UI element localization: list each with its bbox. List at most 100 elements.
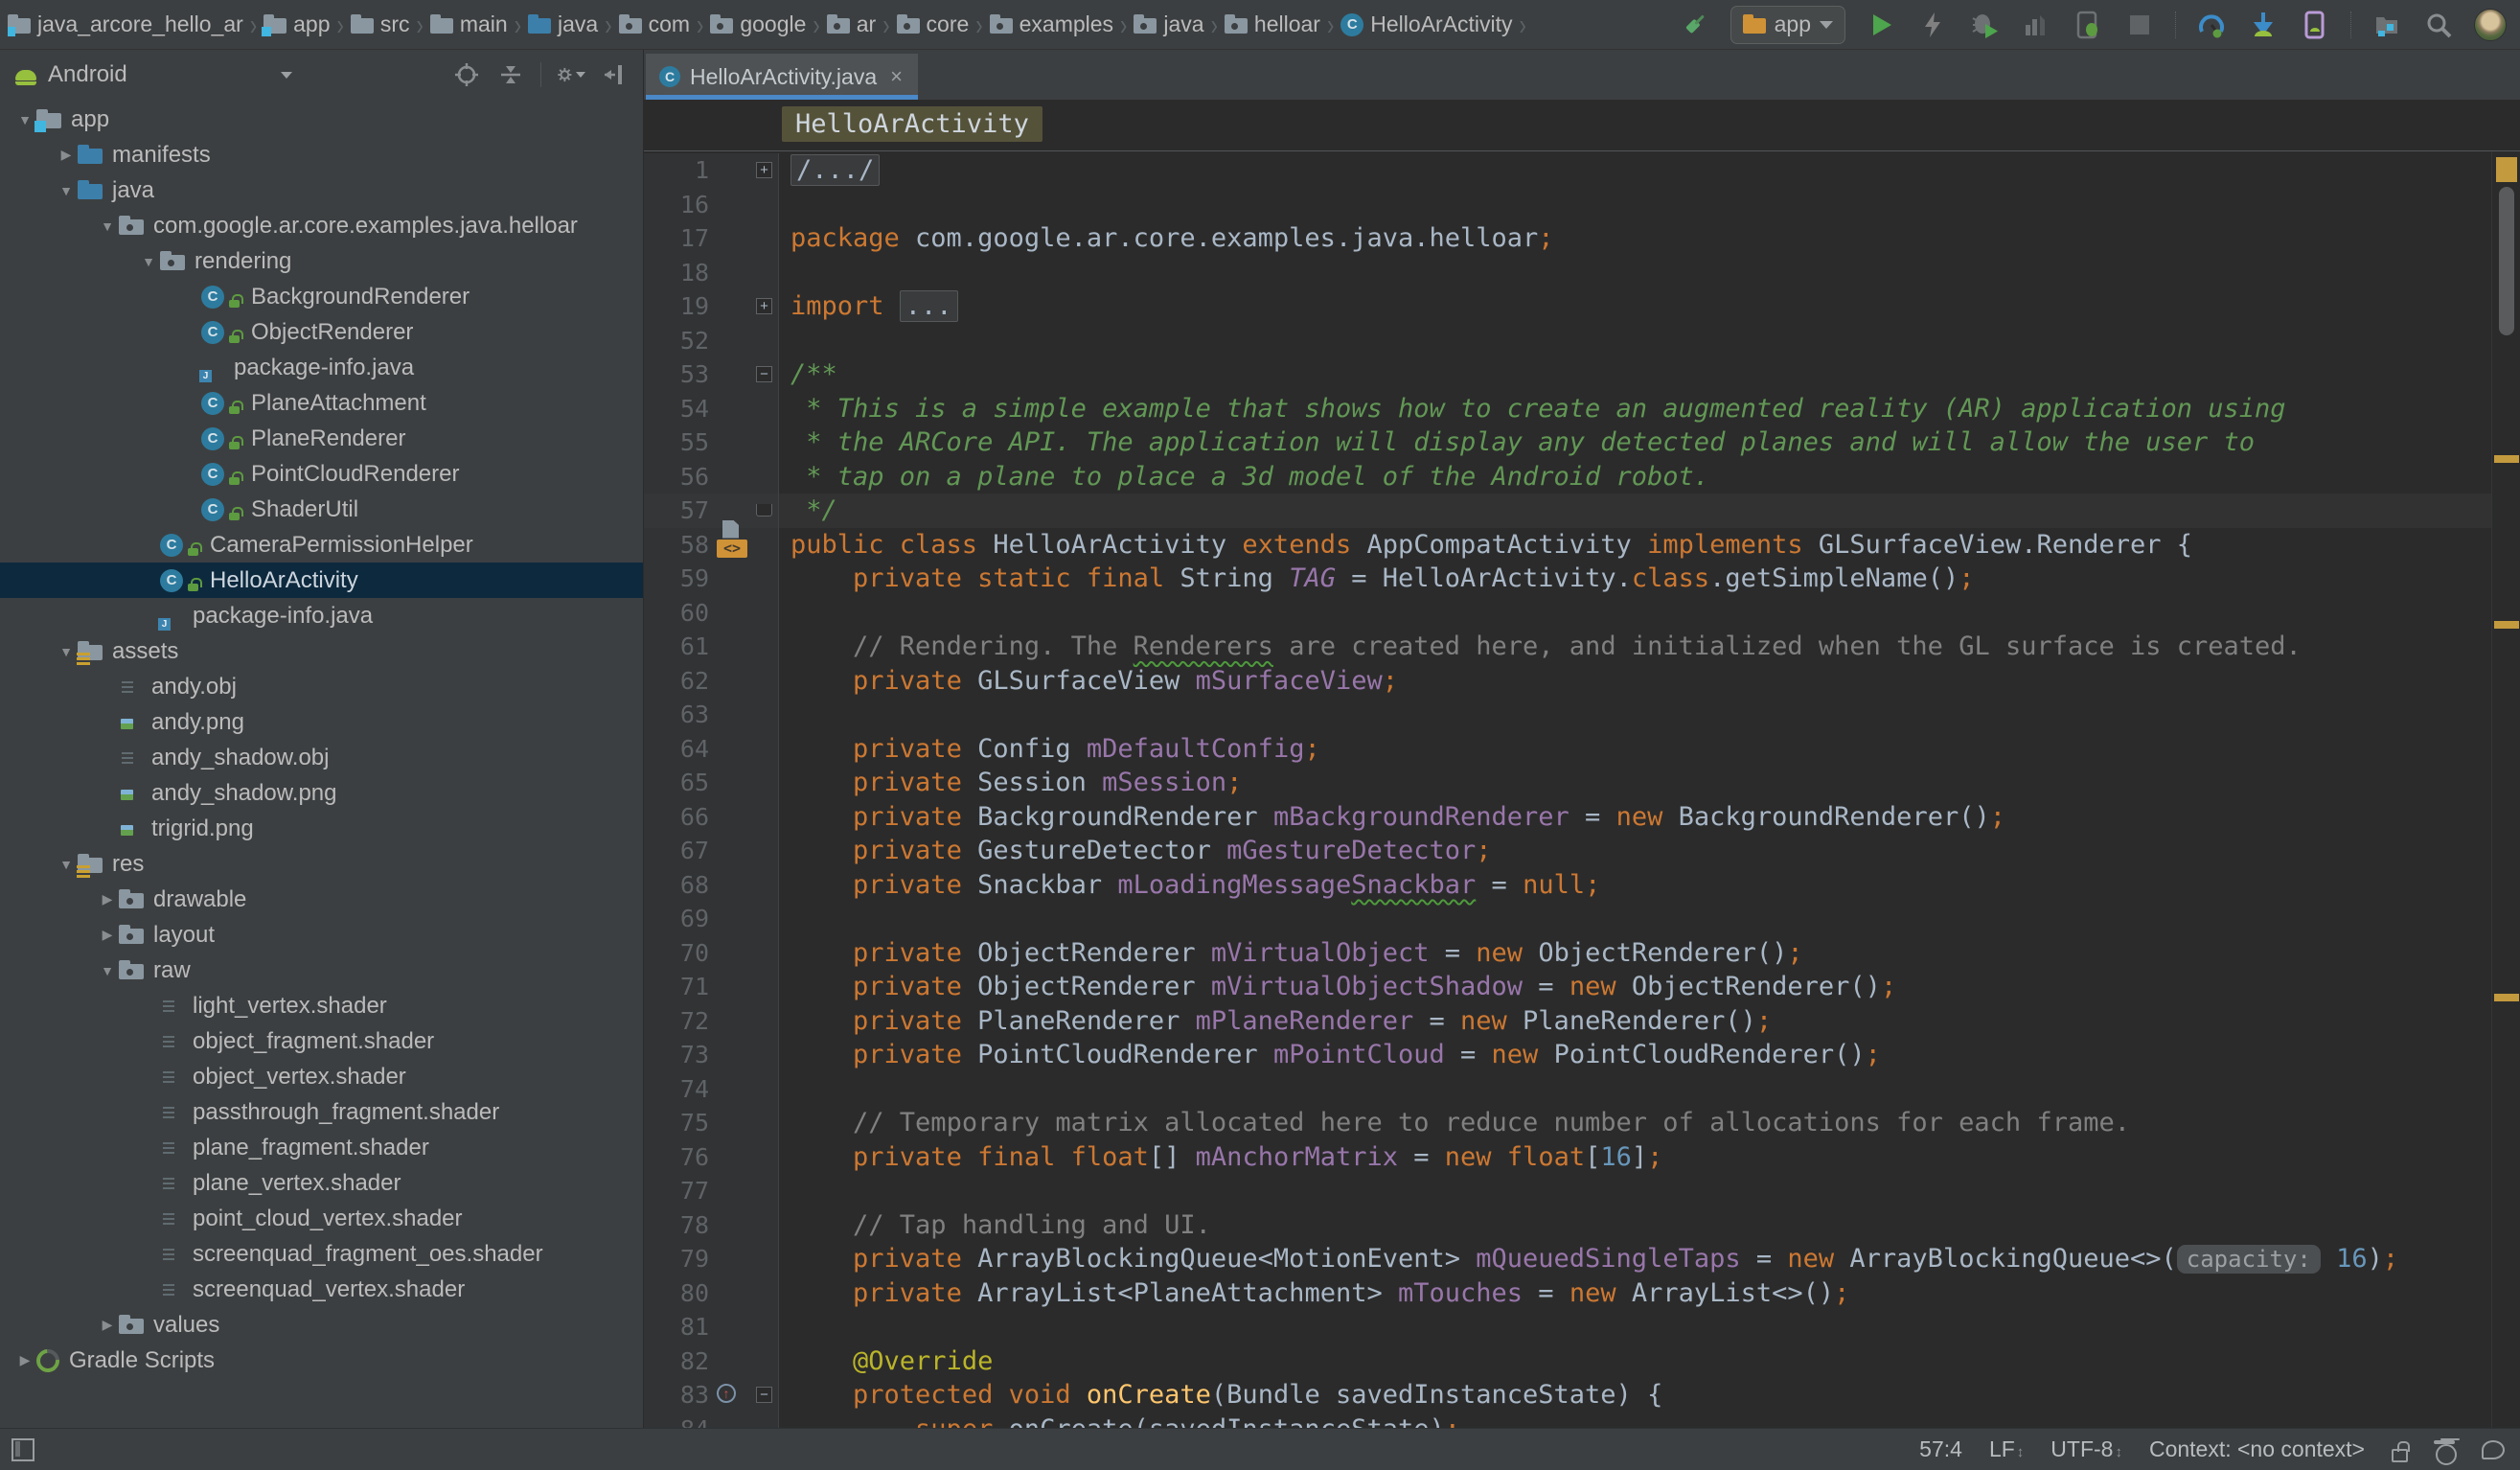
build-hammer-icon[interactable] xyxy=(1679,9,1711,41)
breadcrumb-item-helloaractivity[interactable]: CHelloArActivity xyxy=(1340,11,1512,37)
encoding-select[interactable]: UTF-8↕ xyxy=(2050,1436,2122,1462)
line-number[interactable]: 52 xyxy=(644,327,709,355)
line-number[interactable]: 67 xyxy=(644,837,709,864)
context-indicator[interactable]: Context: <no context> xyxy=(2149,1436,2365,1462)
debug-button[interactable] xyxy=(1968,9,2001,41)
line-number[interactable]: 75 xyxy=(644,1109,709,1137)
run-configuration-select[interactable]: app xyxy=(1730,6,1845,44)
tree-item-raw[interactable]: ▼raw xyxy=(0,953,643,988)
tree-item-andy-shadow-png[interactable]: andy_shadow.png xyxy=(0,775,643,811)
breadcrumb-item-helloar[interactable]: helloar xyxy=(1225,11,1320,37)
tree-arrow-icon[interactable]: ▼ xyxy=(55,644,78,659)
chevron-down-icon[interactable] xyxy=(281,72,292,79)
tree-arrow-icon[interactable]: ▼ xyxy=(13,112,36,127)
profiler-icon[interactable] xyxy=(2020,9,2052,41)
project-structure-icon[interactable] xyxy=(2371,9,2403,41)
breadcrumb-item-examples[interactable]: examples xyxy=(990,11,1113,37)
tree-item-pointcloudrenderer[interactable]: CPointCloudRenderer xyxy=(0,456,643,492)
tree-item-camerapermissionhelper[interactable]: CCameraPermissionHelper xyxy=(0,527,643,563)
tree-item-andy-obj[interactable]: andy.obj xyxy=(0,669,643,704)
tree-item-point-cloud-vertex-shader[interactable]: point_cloud_vertex.shader xyxy=(0,1201,643,1236)
line-number[interactable]: 58 xyxy=(644,531,709,559)
line-number[interactable]: 74 xyxy=(644,1075,709,1103)
line-number[interactable]: 69 xyxy=(644,905,709,932)
tree-item-helloaractivity[interactable]: CHelloArActivity xyxy=(0,563,643,598)
tree-item-assets[interactable]: ▼assets xyxy=(0,633,643,669)
line-number[interactable]: 59 xyxy=(644,564,709,592)
tree-item-backgroundrenderer[interactable]: CBackgroundRenderer xyxy=(0,279,643,314)
hide-panel-icon[interactable] xyxy=(601,60,630,89)
tree-arrow-icon[interactable]: ▼ xyxy=(55,183,78,198)
tree-item-com-google-ar-core-examples-java-helloar[interactable]: ▼com.google.ar.core.examples.java.helloa… xyxy=(0,208,643,243)
fold-marker-icon[interactable]: − xyxy=(756,366,772,382)
gear-icon[interactable] xyxy=(557,60,585,89)
highlighting-level-icon[interactable] xyxy=(2434,1438,2455,1461)
line-number[interactable]: 18 xyxy=(644,259,709,287)
override-method-icon[interactable]: ↑ xyxy=(717,1384,736,1403)
line-number[interactable]: 55 xyxy=(644,428,709,456)
fold-marker-icon[interactable]: + xyxy=(756,162,772,178)
line-number[interactable]: 80 xyxy=(644,1279,709,1307)
tree-item-drawable[interactable]: ▶drawable xyxy=(0,882,643,917)
line-ending-select[interactable]: LF↕ xyxy=(1989,1436,2024,1462)
breadcrumb-item-google[interactable]: google xyxy=(710,11,806,37)
tree-item-shaderutil[interactable]: CShaderUtil xyxy=(0,492,643,527)
toolwindow-toggle-icon[interactable] xyxy=(11,1438,34,1461)
tree-item-planeattachment[interactable]: CPlaneAttachment xyxy=(0,385,643,421)
line-number[interactable]: 71 xyxy=(644,973,709,1000)
line-number[interactable]: 68 xyxy=(644,871,709,899)
warning-tick-marker[interactable] xyxy=(2494,455,2519,463)
tree-item-java[interactable]: ▼java xyxy=(0,172,643,208)
line-number[interactable]: 77 xyxy=(644,1177,709,1205)
fold-marker-icon[interactable]: − xyxy=(756,1387,772,1403)
event-log-icon[interactable] xyxy=(2482,1440,2505,1459)
related-xml-icon[interactable]: <> xyxy=(717,540,747,558)
tree-item-gradle-scripts[interactable]: ▶Gradle Scripts xyxy=(0,1343,643,1378)
tree-item-plane-vertex-shader[interactable]: plane_vertex.shader xyxy=(0,1165,643,1201)
tree-item-andy-png[interactable]: andy.png xyxy=(0,704,643,740)
line-number[interactable]: 76 xyxy=(644,1143,709,1171)
tree-item-object-vertex-shader[interactable]: object_vertex.shader xyxy=(0,1059,643,1094)
sdk-manager-icon[interactable] xyxy=(2247,9,2279,41)
tree-arrow-icon[interactable]: ▼ xyxy=(137,254,160,269)
breadcrumb-item-com[interactable]: com xyxy=(619,11,690,37)
apply-changes-icon[interactable] xyxy=(1916,9,1949,41)
line-number[interactable]: 82 xyxy=(644,1347,709,1375)
tree-item-package-info-java[interactable]: Jpackage-info.java xyxy=(0,598,643,633)
fold-marker-icon[interactable] xyxy=(756,504,772,517)
line-number[interactable]: 53 xyxy=(644,360,709,388)
line-number[interactable]: 81 xyxy=(644,1313,709,1341)
editor-scrollbar[interactable] xyxy=(2491,151,2520,1428)
readonly-lock-icon[interactable] xyxy=(2392,1441,2407,1459)
warning-tick-marker[interactable] xyxy=(2494,994,2519,1001)
tree-item-passthrough-fragment-shader[interactable]: passthrough_fragment.shader xyxy=(0,1094,643,1130)
line-number[interactable]: 16 xyxy=(644,191,709,218)
run-button[interactable] xyxy=(1865,9,1897,41)
tree-item-planerenderer[interactable]: CPlaneRenderer xyxy=(0,421,643,456)
line-number[interactable]: 54 xyxy=(644,395,709,423)
tree-item-object-fragment-shader[interactable]: object_fragment.shader xyxy=(0,1023,643,1059)
tab-helloaractivity[interactable]: C HelloArActivity.java × xyxy=(646,54,918,100)
tree-item-app[interactable]: ▼app xyxy=(0,102,643,137)
breadcrumb-item-java[interactable]: java xyxy=(1134,11,1203,37)
breadcrumb-item-main[interactable]: main xyxy=(430,11,508,37)
tree-arrow-icon[interactable]: ▶ xyxy=(96,1317,119,1333)
breadcrumb-item-java[interactable]: java xyxy=(528,11,598,37)
breadcrumb-item-core[interactable]: core xyxy=(897,11,970,37)
tree-arrow-icon[interactable]: ▶ xyxy=(96,927,119,943)
line-number[interactable]: 79 xyxy=(644,1245,709,1273)
line-number[interactable]: 60 xyxy=(644,599,709,627)
tree-item-screenquad-fragment-oes-shader[interactable]: screenquad_fragment_oes.shader xyxy=(0,1236,643,1272)
tree-item-res[interactable]: ▼res xyxy=(0,846,643,882)
stop-icon[interactable] xyxy=(2123,9,2156,41)
collapse-all-icon[interactable] xyxy=(496,60,525,89)
line-number[interactable]: 65 xyxy=(644,769,709,796)
line-number[interactable]: 62 xyxy=(644,667,709,695)
warning-tick-marker[interactable] xyxy=(2494,621,2519,629)
tree-item-light-vertex-shader[interactable]: light_vertex.shader xyxy=(0,988,643,1023)
tree-item-screenquad-vertex-shader[interactable]: screenquad_vertex.shader xyxy=(0,1272,643,1307)
avd-manager-icon[interactable] xyxy=(2195,9,2228,41)
code-editor[interactable]: 1+/.../1617package com.google.ar.core.ex… xyxy=(644,151,2491,1428)
tree-arrow-icon[interactable]: ▼ xyxy=(96,963,119,978)
scrollbar-thumb[interactable] xyxy=(2499,187,2514,335)
